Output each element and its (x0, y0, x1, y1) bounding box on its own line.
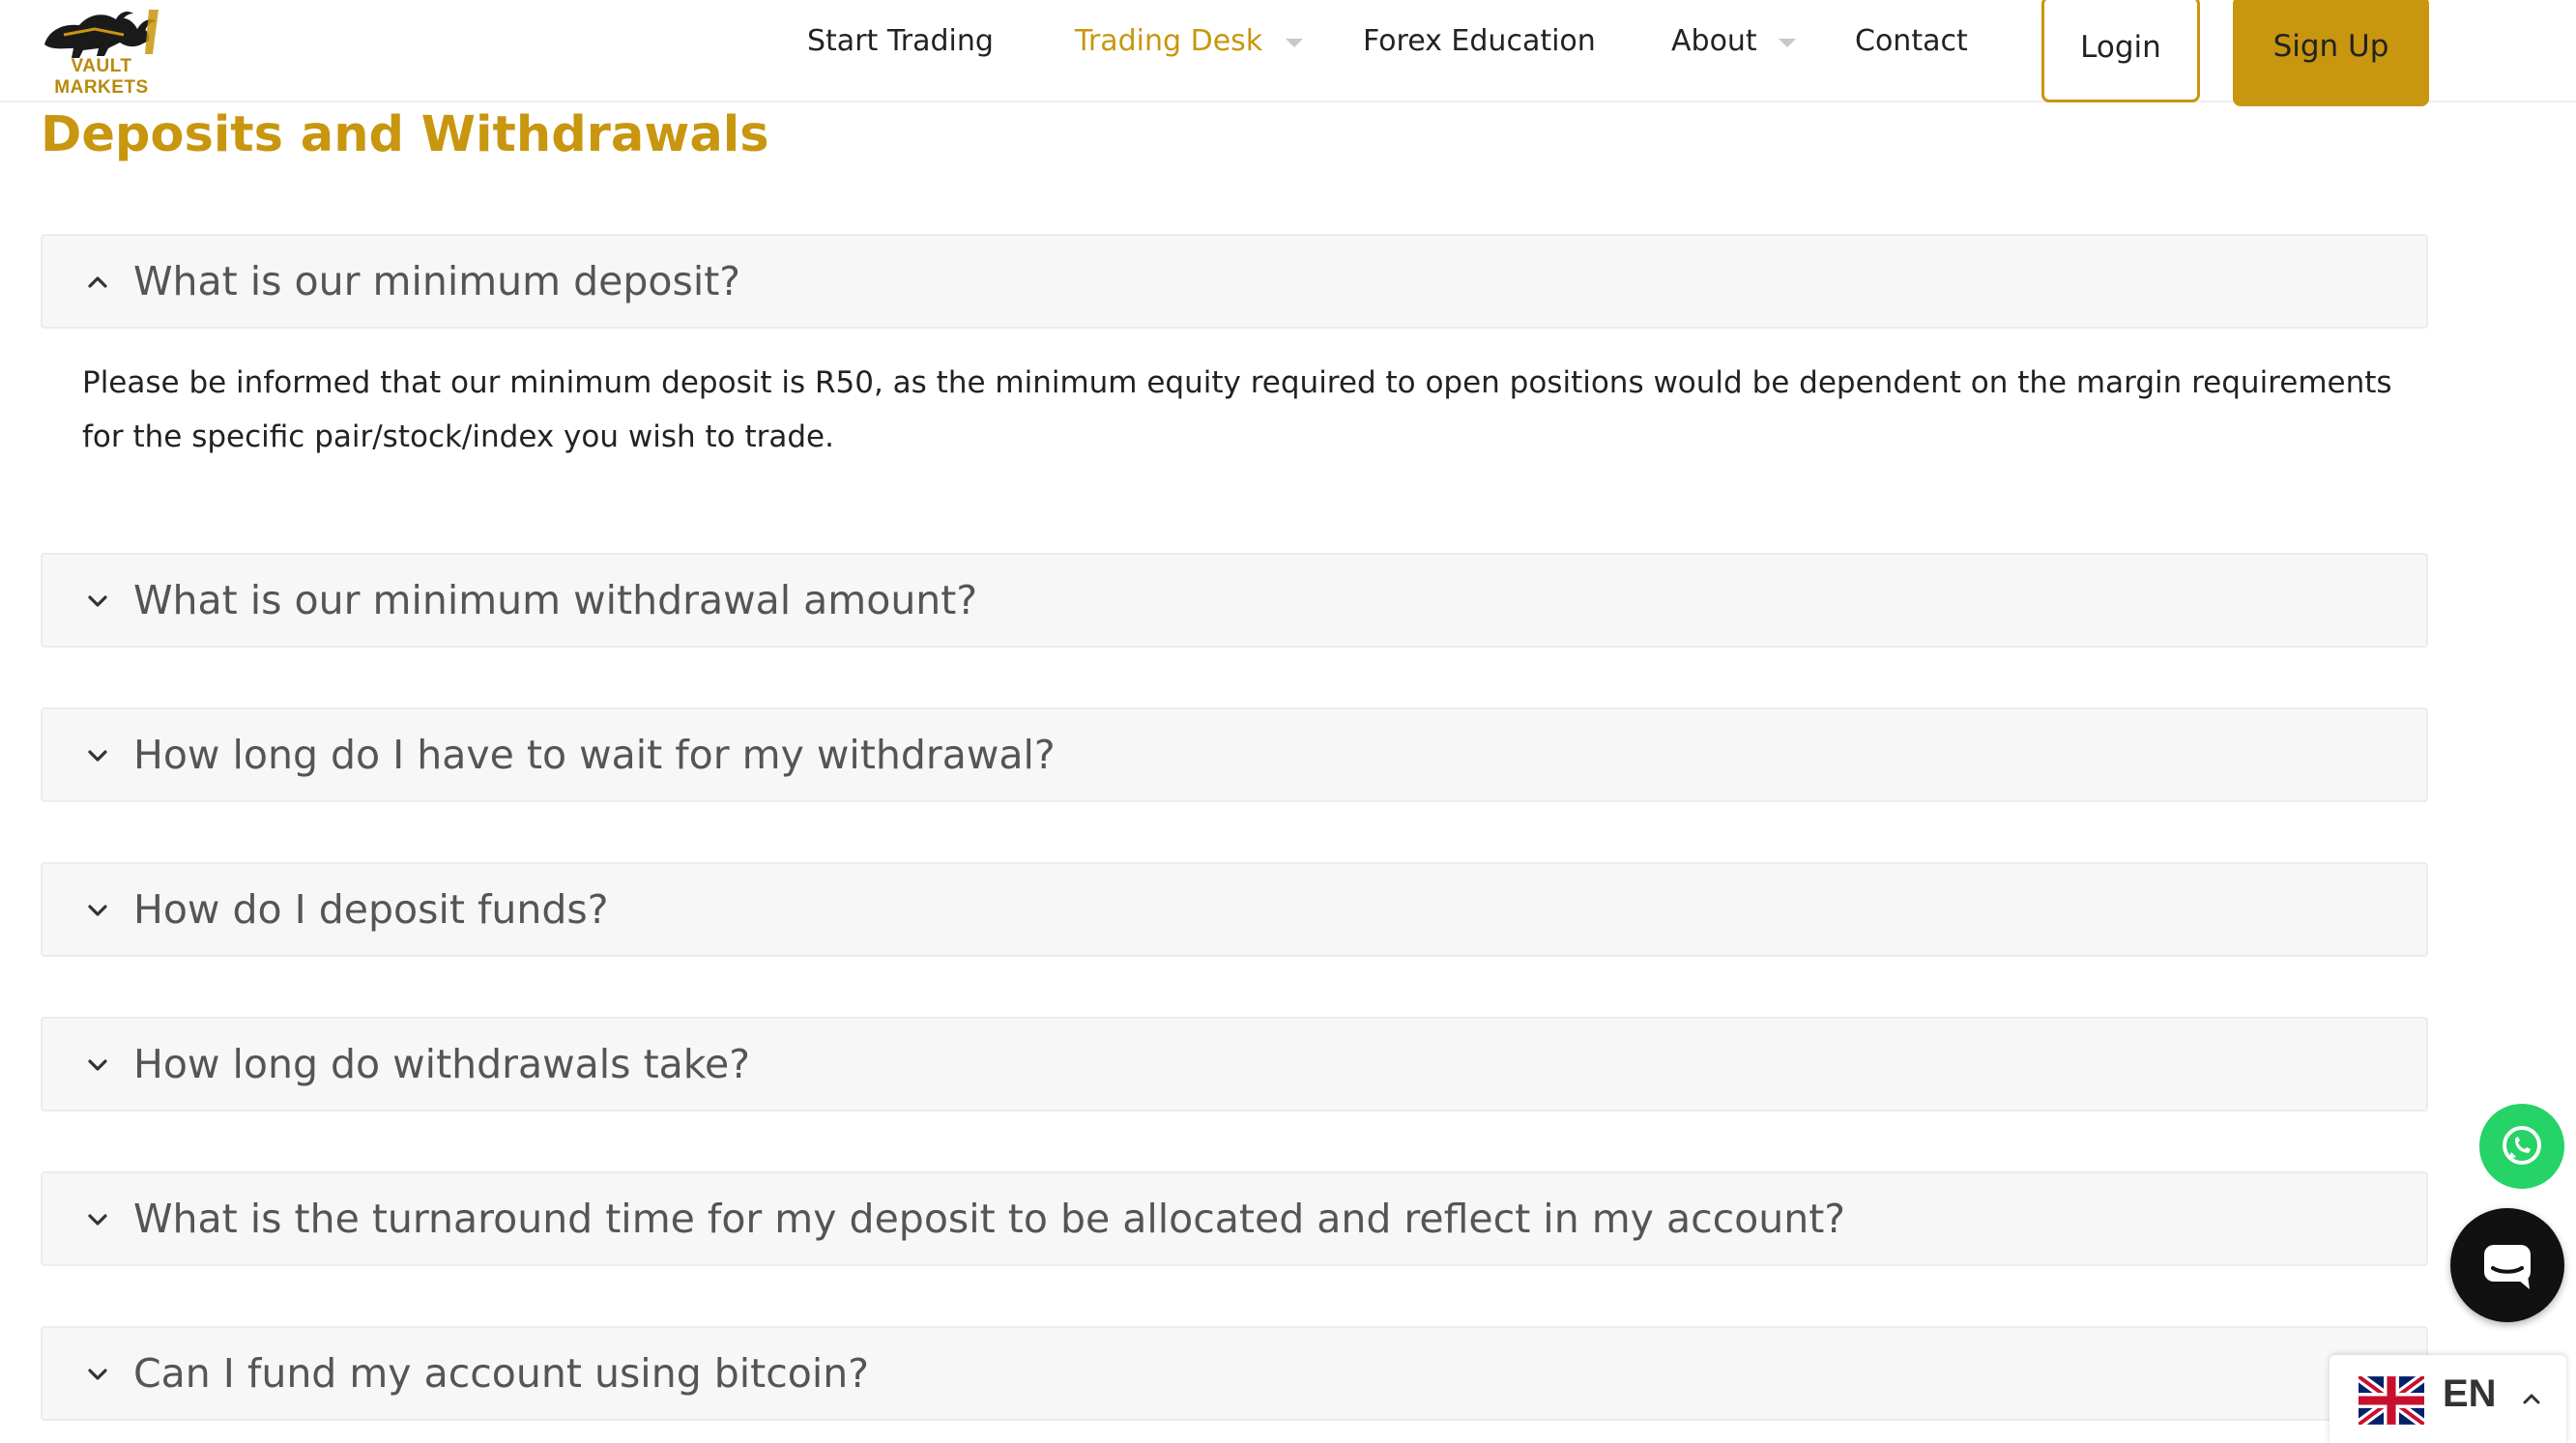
chevron-down-icon (88, 595, 107, 607)
language-switcher[interactable]: EN (2330, 1355, 2566, 1443)
nav-forex-education[interactable]: Forex Education (1363, 19, 1596, 64)
faq-item-minimum-withdrawal[interactable]: What is our minimum withdrawal amount? (41, 553, 2428, 648)
faq-question: What is our minimum deposit? (133, 258, 741, 304)
nav-contact[interactable]: Contact (1855, 19, 1968, 64)
sign-up-button[interactable]: Sign Up (2233, 0, 2429, 106)
nav-start-trading[interactable]: Start Trading (807, 19, 994, 64)
faq-item-bitcoin-funding[interactable]: Can I fund my account using bitcoin? (41, 1326, 2428, 1421)
nav-about[interactable]: About (1671, 19, 1757, 64)
faq-item-withdrawal-wait[interactable]: How long do I have to wait for my withdr… (41, 707, 2428, 802)
chevron-up-icon (2523, 1394, 2540, 1404)
faq-question: How long do withdrawals take? (133, 1041, 751, 1087)
bull-logo-icon (44, 10, 159, 58)
whatsapp-icon (2503, 1126, 2541, 1165)
chevron-up-icon (88, 276, 107, 288)
faq-question: Can I fund my account using bitcoin? (133, 1350, 870, 1397)
faq-item-minimum-deposit[interactable]: What is our minimum deposit? (41, 234, 2428, 329)
whatsapp-button[interactable] (2479, 1104, 2564, 1189)
faq-question: How long do I have to wait for my withdr… (133, 732, 1056, 778)
logo-text: VAULT MARKETS (54, 56, 149, 98)
nav-trading-desk[interactable]: Trading Desk (1075, 19, 1262, 64)
page: VAULT MARKETS Start Trading Trading Desk… (0, 0, 2576, 1443)
section-title: Deposits and Withdrawals (41, 106, 769, 163)
about-dropdown-icon[interactable] (1779, 39, 1796, 47)
trading-desk-dropdown-icon[interactable] (1286, 39, 1303, 47)
chevron-down-icon (88, 1059, 107, 1071)
faq-question: What is the turnaround time for my depos… (133, 1196, 1846, 1242)
faq-answer: Please be informed that our minimum depo… (82, 365, 2392, 454)
site-header: VAULT MARKETS Start Trading Trading Desk… (0, 0, 2576, 106)
chevron-down-icon (88, 1214, 107, 1226)
language-code: EN (2443, 1372, 2497, 1415)
faq-question: What is our minimum withdrawal amount? (133, 577, 978, 623)
uk-flag-icon (2359, 1376, 2424, 1425)
login-button[interactable]: Login (2041, 0, 2200, 102)
faq-item-deposit-turnaround[interactable]: What is the turnaround time for my depos… (41, 1171, 2428, 1266)
vault-markets-logo[interactable]: VAULT MARKETS (37, 6, 166, 98)
faq-item-withdrawal-duration[interactable]: How long do withdrawals take? (41, 1017, 2428, 1111)
chevron-down-icon (88, 905, 107, 916)
chevron-down-icon (88, 1369, 107, 1380)
chevron-down-icon (88, 750, 107, 762)
live-chat-button[interactable] (2450, 1208, 2564, 1322)
chat-icon (2484, 1245, 2531, 1289)
faq-question: How do I deposit funds? (133, 886, 609, 933)
faq-item-deposit-funds[interactable]: How do I deposit funds? (41, 862, 2428, 957)
